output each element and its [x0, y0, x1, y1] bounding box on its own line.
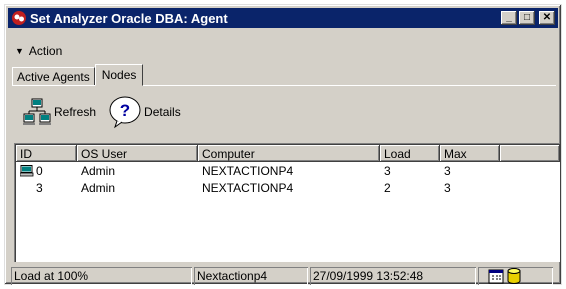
row-max: 3 [444, 180, 451, 195]
toolbar: Refresh ? Details [22, 94, 193, 130]
minimize-icon: _ [506, 12, 512, 23]
close-icon: ✕ [542, 12, 552, 23]
app-logo-icon [12, 11, 26, 25]
tab-strip: Active Agents Nodes [12, 63, 144, 86]
computer-icon [20, 164, 34, 176]
maximize-button[interactable]: □ [519, 11, 535, 25]
status-datetime: 27/09/1999 13:52:48 [310, 267, 476, 285]
table-header: ID OS User Computer Load Max [16, 145, 560, 162]
row-computer: NEXTACTIONP4 [202, 180, 294, 195]
close-button[interactable]: ✕ [539, 11, 555, 25]
minimize-button[interactable]: _ [501, 11, 517, 25]
column-header-os-user[interactable]: OS User [77, 145, 198, 162]
window-title: Set Analyzer Oracle DBA: Agent [30, 10, 228, 26]
nodes-table[interactable]: ID OS User Computer Load Max 0 Admin NEX… [14, 143, 560, 262]
network-refresh-icon [23, 98, 51, 125]
tab-nodes[interactable]: Nodes [94, 64, 144, 86]
action-menu-label: Action [28, 44, 63, 58]
column-header-empty [500, 145, 560, 162]
triangle-down-icon: ▼ [15, 46, 24, 56]
row-os-user: Admin [81, 163, 116, 178]
row-computer: NEXTACTIONP4 [202, 163, 294, 178]
tab-label: Nodes [101, 68, 137, 82]
status-load: Load at 100% [11, 267, 192, 285]
app-window: Set Analyzer Oracle DBA: Agent _ □ ✕ ▼ A… [4, 4, 562, 285]
status-bar: Load at 100% Nextactionp4 27/09/1999 13:… [11, 267, 557, 285]
action-menu[interactable]: ▼ Action [15, 42, 62, 60]
help-question-icon: ? [109, 96, 141, 129]
maximize-icon: □ [523, 12, 531, 23]
tab-active-agents[interactable]: Active Agents [12, 67, 95, 85]
table-row[interactable]: 3 Admin NEXTACTIONP4 2 3 [16, 179, 560, 196]
refresh-button[interactable]: Refresh [22, 97, 96, 127]
svg-text:?: ? [120, 101, 130, 120]
column-header-max[interactable]: Max [440, 145, 500, 162]
details-button[interactable]: ? Details [108, 95, 181, 129]
column-header-id[interactable]: ID [16, 145, 77, 162]
tab-label: Active Agents [17, 69, 90, 84]
row-id: 0 [36, 163, 43, 178]
column-header-load[interactable]: Load [380, 145, 440, 162]
row-max: 3 [444, 163, 451, 178]
refresh-label: Refresh [54, 105, 97, 119]
database-icon [507, 268, 521, 284]
row-load: 2 [384, 180, 391, 195]
status-icons [478, 267, 553, 285]
row-load: 3 [384, 163, 391, 178]
details-label: Details [144, 105, 181, 119]
column-header-computer[interactable]: Computer [198, 145, 380, 162]
tab-divider [12, 85, 556, 86]
title-bar[interactable]: Set Analyzer Oracle DBA: Agent _ □ ✕ [8, 8, 558, 28]
calendar-icon [488, 269, 504, 284]
table-row[interactable]: 0 Admin NEXTACTIONP4 3 3 [16, 162, 560, 179]
cell-id: 0 [16, 164, 77, 178]
row-id: 3 [36, 180, 43, 195]
row-os-user: Admin [81, 180, 116, 195]
status-node: Nextactionp4 [194, 267, 308, 285]
